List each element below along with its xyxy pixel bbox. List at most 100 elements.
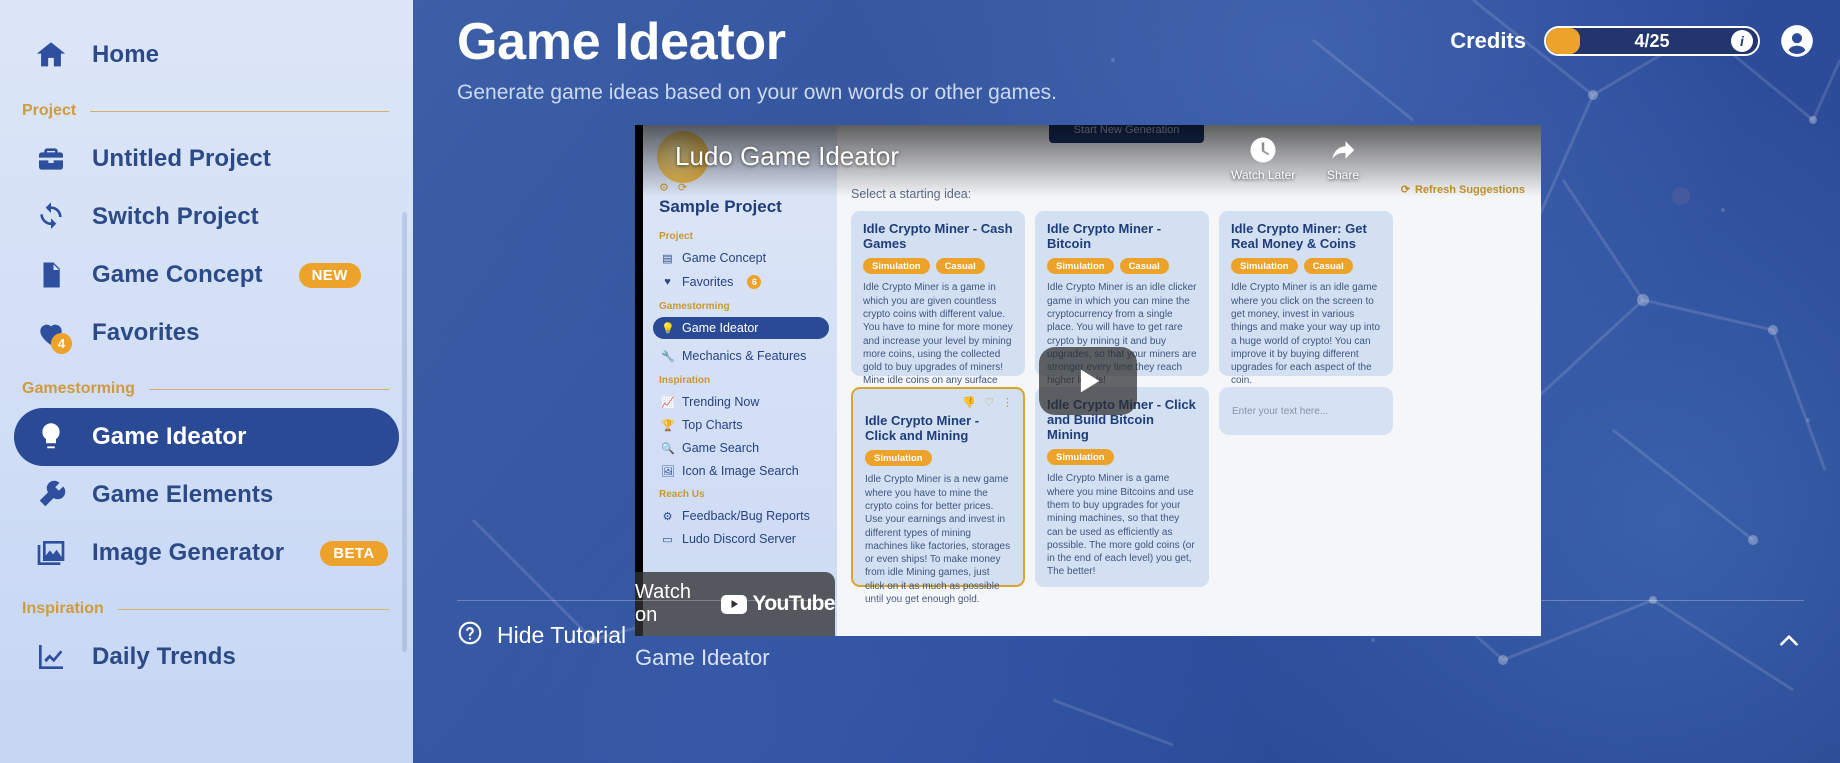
watch-on-youtube-button[interactable]: Watch on YouTube [635,572,836,637]
footer-divider [457,600,1804,601]
gear-refresh-icons: ⚙ ⟳ [659,182,691,195]
sidebar-item-label: Game Elements [92,481,274,508]
section-divider [117,608,389,610]
video-refresh-suggestions-button[interactable]: ⟳ Refresh Suggestions [1400,183,1525,197]
youtube-watch-later-label: Watch Later [1231,168,1296,183]
discord-icon: ▭ [662,533,673,546]
home-icon [32,36,70,74]
video-nav-favorites[interactable]: ♥ Favorites 6 [653,271,829,293]
video-nav-top-charts[interactable]: 🏆 Top Charts [653,414,829,436]
sidebar-item-favorites[interactable]: 4 Favorites [14,304,399,362]
video-select-prompt: Select a starting idea: [851,187,972,202]
video-section-gamestorming: Gamestorming [659,301,730,313]
info-icon[interactable]: i [1731,30,1753,52]
sidebar-item-game-elements[interactable]: Game Elements [14,466,399,524]
video-nav-label: Game Search [682,441,760,456]
youtube-share-button[interactable]: Share [1327,135,1359,182]
video-card-tag: Simulation [865,450,932,467]
search-icon: 🔍 [661,442,675,455]
sidebar-item-daily-trends[interactable]: Daily Trends [14,628,399,686]
switch-icon [32,198,70,236]
play-icon[interactable] [1039,346,1137,415]
more-options-icon[interactable]: ⋮ [1002,396,1013,409]
video-inner-main: Start New Generation Select a starting i… [837,125,1541,636]
chevron-up-icon[interactable] [1772,624,1806,658]
video-idea-card[interactable]: Idle Crypto Miner: Get Real Money & Coin… [1219,211,1393,386]
sidebar-item-label: Home [92,41,160,68]
video-caption: Game Ideator [635,645,770,671]
video-section-reach-us: Reach Us [659,489,705,501]
sidebar-item-game-concept[interactable]: Game Concept NEW [14,246,399,304]
video-card-body: Idle Crypto Miner is a game where you mi… [1047,473,1195,578]
refresh-icon: ⟳ [1400,184,1410,197]
video-nav-game-search[interactable]: 🔍 Game Search [653,437,829,459]
gear-icon: ⚙ [662,510,673,523]
section-label: Inspiration [22,600,104,617]
video-project-name: Sample Project [659,197,782,217]
video-nav-trending-now[interactable]: 📈 Trending Now [653,391,829,413]
sidebar-section-inspiration: Inspiration [22,600,389,618]
video-nav-label: Feedback/Bug Reports [682,509,810,524]
credits-progress-bar[interactable]: 4/25 i [1544,26,1760,56]
question-circle-icon [457,620,483,651]
trophy-icon: 🏆 [661,419,675,432]
video-section-project: Project [659,231,693,243]
sidebar-item-switch-project[interactable]: Switch Project [14,188,399,246]
lightbulb-icon [32,418,70,456]
beta-badge: BETA [320,540,388,566]
video-card-actions[interactable]: 👎 ♡ ⋮ [962,396,1013,409]
video-nav-mechanics[interactable]: 🔧 Mechanics & Features [653,345,829,367]
hide-tutorial-button[interactable]: Hide Tutorial [457,620,626,651]
credits-label: Credits [1450,28,1526,53]
video-idea-card[interactable]: Idle Crypto Miner - Cash Games Simulatio… [851,211,1025,386]
sidebar-item-label: Game Concept [92,261,263,288]
hide-tutorial-label: Hide Tutorial [497,622,627,648]
user-avatar-icon[interactable] [1778,22,1816,60]
video-card-tag: Casual [935,258,985,275]
video-nav-label: Mechanics & Features [682,349,807,364]
video-card-tags: Simulation Casual [1047,258,1197,275]
section-divider [148,388,389,390]
video-text-input[interactable]: Enter your text here... [1219,387,1393,436]
sidebar-item-label: Daily Trends [92,643,236,670]
youtube-watch-later-button[interactable]: Watch Later [1231,135,1295,182]
video-card-tags: Simulation Casual [1231,258,1381,275]
sidebar-item-game-ideator[interactable]: Game Ideator [14,408,399,466]
credits-progress-fill [1546,28,1580,54]
sidebar-item-untitled-project[interactable]: Untitled Project [14,130,399,188]
heart-outline-icon[interactable]: ♡ [984,396,994,409]
video-card-tag: Simulation [1047,258,1114,275]
sidebar-item-image-generator[interactable]: Image Generator BETA [14,524,399,582]
video-card-tag: Simulation [1231,258,1298,275]
video-nav-game-concept[interactable]: ▤ Game Concept [653,247,829,269]
tutorial-video-player[interactable]: ⚙ ⟳ Sample Project Project ▤ Game Concep… [635,125,1541,637]
sidebar-item-home[interactable]: Home [14,26,399,84]
video-section-inspiration: Inspiration [659,375,711,387]
video-nav-game-ideator[interactable]: 💡 Game Ideator [653,317,829,340]
sidebar-section-project: Project [22,102,389,120]
video-nav-icon-image-search[interactable]: 🖼 Icon & Image Search [653,460,829,482]
video-card-title: Idle Crypto Miner: Get Real Money & Coin… [1231,221,1367,252]
video-nav-feedback[interactable]: ⚙ Feedback/Bug Reports [653,505,829,527]
video-nav-label: Trending Now [682,395,760,410]
video-card-title: Idle Crypto Miner - Cash Games [863,221,1013,252]
video-card-title: Idle Crypto Miner - Bitcoin [1047,221,1162,252]
favorites-count-badge: 4 [51,333,72,354]
sidebar: Home Project Untitled Project Switch Pro… [0,0,413,763]
wrench-icon: 🔧 [661,350,675,363]
video-card-title: Idle Crypto Miner - Click and Mining [865,413,980,444]
video-card-tag: Simulation [863,258,930,275]
video-card-tag: Casual [1119,258,1169,275]
video-nav-discord[interactable]: ▭ Ludo Discord Server [653,528,829,550]
thumbs-down-icon[interactable]: 👎 [962,396,976,409]
video-idea-card[interactable]: Idle Crypto Miner - Click and Build Bitc… [1035,387,1209,588]
toolbox-icon [32,140,70,178]
heart-icon: 4 [32,314,72,354]
video-start-new-generation-button[interactable]: Start New Generation [1049,125,1204,144]
youtube-video-title[interactable]: Ludo Game Ideator [675,141,899,172]
sidebar-section-gamestorming: Gamestorming [22,380,389,398]
document-icon: ▤ [662,252,673,265]
video-card-tags: Simulation [865,450,1011,467]
sidebar-scrollbar[interactable] [402,212,407,652]
video-idea-card-selected[interactable]: 👎 ♡ ⋮ Idle Crypto Miner - Click and Mini… [851,387,1025,605]
